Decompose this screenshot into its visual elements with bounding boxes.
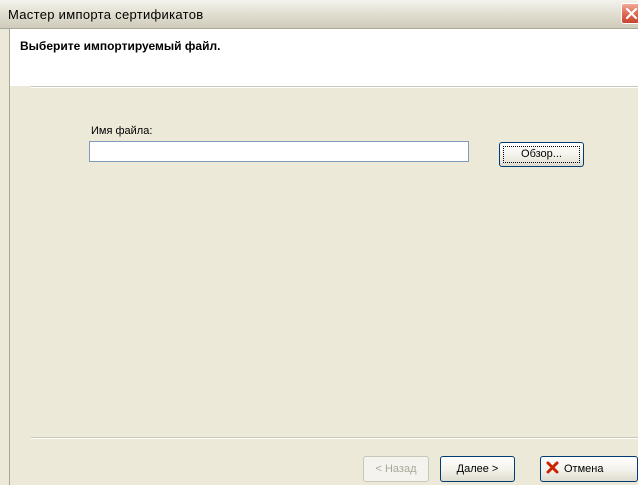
back-button[interactable]: < Назад xyxy=(363,456,429,482)
red-x-icon xyxy=(546,461,559,474)
cancel-button[interactable]: Отмена xyxy=(540,456,638,482)
close-icon xyxy=(625,7,638,20)
dialog-left-border xyxy=(9,29,10,485)
filename-input[interactable] xyxy=(89,141,469,162)
title-bar[interactable]: Мастер импорта сертификатов xyxy=(0,0,638,29)
header-panel: Выберите импортируемый файл. xyxy=(10,29,638,86)
browse-button[interactable]: Обзор... xyxy=(499,142,584,167)
footer-separator xyxy=(31,437,638,439)
next-button[interactable]: Далее > xyxy=(440,456,515,482)
filename-label: Имя файла: xyxy=(91,125,153,137)
page-heading: Выберите импортируемый файл. xyxy=(20,39,221,53)
cancel-button-label: Отмена xyxy=(564,463,604,475)
header-separator xyxy=(31,86,638,88)
close-button[interactable] xyxy=(621,3,638,24)
window-title: Мастер импорта сертификатов xyxy=(8,7,204,22)
import-wizard-window: Мастер импорта сертификатов Выберите имп… xyxy=(0,0,638,485)
browse-button-label: Обзор... xyxy=(503,146,580,163)
